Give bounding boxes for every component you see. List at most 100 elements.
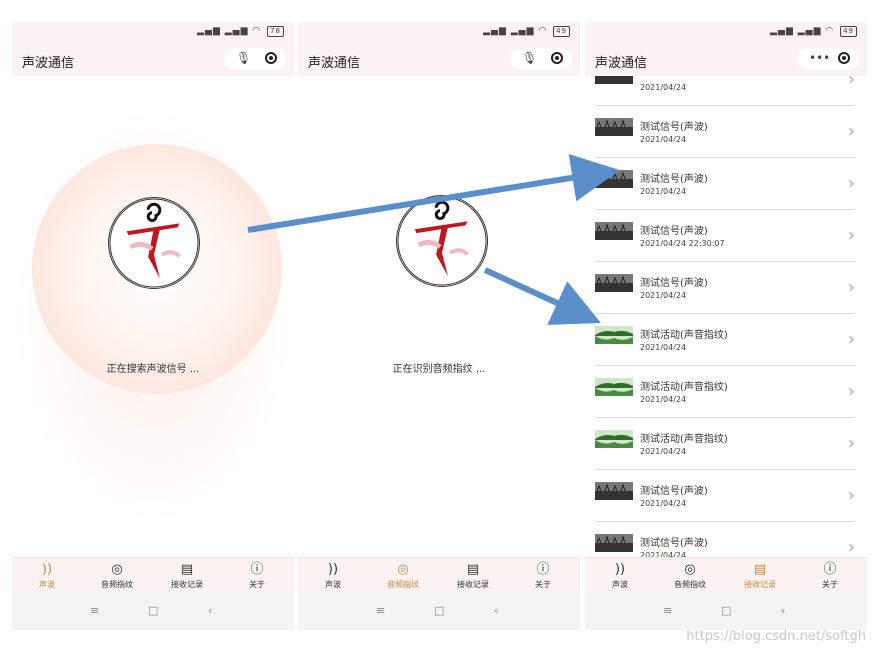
- crowd-thumbnail: [595, 482, 633, 500]
- battery-icon: 49: [553, 26, 570, 37]
- list-item[interactable]: 2021/04/24 ›: [595, 76, 855, 106]
- list-item[interactable]: 测试信号(声波) 2021/04/24 ›: [595, 158, 855, 210]
- record-title: 测试信号(声波): [640, 538, 708, 549]
- microphone-icon[interactable]: 🎙: [236, 51, 251, 65]
- home-icon[interactable]: □: [434, 604, 444, 617]
- record-title: 测试信号(声波): [640, 122, 708, 133]
- tab-sound-wave[interactable]: )) 声波: [298, 558, 368, 592]
- status-icons: ▂▄▆ ▂▄▆ ◠ 49: [483, 26, 570, 37]
- tab-receive-records[interactable]: ▤ 接收记录: [438, 558, 508, 592]
- status-icons: ▂▄▆ ▂▄▆ ◠ 78: [197, 26, 284, 37]
- list-item[interactable]: 测试活动(声音指纹) 2021/04/24 ›: [595, 418, 855, 470]
- app-logo[interactable]: [396, 195, 488, 287]
- menu-icon[interactable]: ≡: [90, 604, 99, 617]
- app-title: 声波通信: [308, 56, 361, 71]
- tab-about[interactable]: ⓘ 关于: [508, 558, 578, 592]
- list-item[interactable]: 测试信号(声波) 2021/04/24 22:30:07 ›: [595, 210, 855, 262]
- rss-icon: )): [41, 562, 53, 577]
- status-bar: ▂▄▆ ▂▄▆ ◠ 49: [298, 22, 580, 42]
- close-target-icon[interactable]: [551, 52, 563, 64]
- chevron-right-icon: ›: [847, 433, 855, 454]
- record-title: 测试信号(声波): [640, 174, 708, 185]
- tab-label: 声波: [39, 580, 55, 589]
- info-icon: ⓘ: [250, 562, 264, 577]
- tab-sound-wave[interactable]: )) 声波: [585, 558, 655, 592]
- info-icon: ⓘ: [536, 562, 550, 577]
- crowd-thumbnail: [595, 534, 633, 552]
- tab-sound-wave[interactable]: )) 声波: [12, 558, 82, 592]
- mini-program-capsule[interactable]: •••: [797, 48, 859, 70]
- system-nav-bar: ≡ □ ‹: [585, 592, 867, 630]
- more-icon[interactable]: •••: [809, 51, 830, 65]
- mini-program-capsule[interactable]: 🎙: [510, 48, 572, 70]
- list-item[interactable]: 测试信号(声波) 2021/04/24 ›: [595, 106, 855, 158]
- tab-label: 接收记录: [457, 580, 489, 589]
- chevron-right-icon: ›: [847, 225, 855, 246]
- phone-screen-sound-wave: ▂▄▆ ▂▄▆ ◠ 78 声波通信 🎙 正在搜索声波信号 ... )) 声波 ◎…: [12, 22, 294, 630]
- tab-audio-fingerprint[interactable]: ◎ 音频指纹: [82, 558, 152, 592]
- record-title: 测试信号(声波): [640, 486, 708, 497]
- chevron-right-icon: ›: [847, 381, 855, 402]
- record-date: 2021/04/24: [640, 187, 687, 196]
- chevron-right-icon: ›: [847, 329, 855, 350]
- record-title: 测试信号(声波): [640, 226, 708, 237]
- list-item[interactable]: 测试活动(声音指纹) 2021/04/24 ›: [595, 314, 855, 366]
- system-nav-bar: ≡ □ ‹: [298, 592, 580, 630]
- back-icon[interactable]: ‹: [208, 604, 212, 617]
- app-logo[interactable]: [108, 197, 200, 289]
- record-title: 测试活动(声音指纹): [640, 434, 728, 445]
- record-date: 2021/04/24: [640, 499, 687, 508]
- menu-icon[interactable]: ≡: [376, 604, 385, 617]
- tab-label: 接收记录: [744, 580, 776, 589]
- microphone-icon[interactable]: 🎙: [522, 51, 537, 65]
- tab-label: 接收记录: [171, 580, 203, 589]
- recognize-status-text: 正在识别音频指纹 ...: [392, 364, 486, 375]
- list-item[interactable]: 测试信号(声波) 2021/04/24 ›: [595, 262, 855, 314]
- tab-bar: )) 声波 ◎ 音频指纹 ▤ 接收记录 ⓘ 关于: [298, 557, 580, 592]
- clipboard-icon: ▤: [753, 562, 767, 577]
- tab-about[interactable]: ⓘ 关于: [795, 558, 865, 592]
- tab-about[interactable]: ⓘ 关于: [222, 558, 292, 592]
- fingerprint-icon: ◎: [111, 562, 123, 577]
- tab-receive-records[interactable]: ▤ 接收记录: [152, 558, 222, 592]
- list-item[interactable]: 测试信号(声波) 2021/04/24 ›: [595, 470, 855, 522]
- battery-icon: 49: [840, 26, 857, 37]
- tab-audio-fingerprint[interactable]: ◎ 音频指纹: [368, 558, 438, 592]
- rss-icon: )): [614, 562, 626, 577]
- app-header: 声波通信 •••: [585, 42, 867, 76]
- close-target-icon[interactable]: [265, 52, 277, 64]
- back-icon[interactable]: ‹: [494, 604, 498, 617]
- crowd-thumbnail: [595, 222, 633, 240]
- chevron-right-icon: ›: [847, 76, 855, 90]
- tab-label: 音频指纹: [387, 580, 419, 589]
- tab-audio-fingerprint[interactable]: ◎ 音频指纹: [655, 558, 725, 592]
- status-icons: ▂▄▆ ▂▄▆ ◠ 49: [770, 26, 857, 37]
- home-icon[interactable]: □: [148, 604, 158, 617]
- back-icon[interactable]: ‹: [781, 604, 785, 617]
- tab-label: 音频指纹: [101, 580, 133, 589]
- menu-icon[interactable]: ≡: [663, 604, 672, 617]
- list-item[interactable]: 测试信号(声波) 2021/04/24 ›: [595, 522, 855, 558]
- home-icon[interactable]: □: [721, 604, 731, 617]
- chevron-right-icon: ›: [847, 173, 855, 194]
- lake-thumbnail: [595, 378, 633, 396]
- fingerprint-icon: ◎: [397, 562, 409, 577]
- main-content: 正在识别音频指纹 ...: [298, 76, 580, 558]
- record-title: 测试活动(声音指纹): [640, 330, 728, 341]
- tab-label: 音频指纹: [674, 580, 706, 589]
- main-content: 正在搜索声波信号 ...: [12, 76, 294, 558]
- list-item[interactable]: 测试活动(声音指纹) 2021/04/24 ›: [595, 366, 855, 418]
- app-title: 声波通信: [595, 56, 648, 71]
- tab-receive-records[interactable]: ▤ 接收记录: [725, 558, 795, 592]
- app-header: 声波通信 🎙: [298, 42, 580, 76]
- tab-bar: )) 声波 ◎ 音频指纹 ▤ 接收记录 ⓘ 关于: [12, 557, 294, 592]
- close-target-icon[interactable]: [838, 52, 850, 64]
- chevron-right-icon: ›: [847, 537, 855, 558]
- tab-label: 关于: [822, 580, 838, 589]
- tab-label: 关于: [249, 580, 265, 589]
- phone-screen-audio-fingerprint: ▂▄▆ ▂▄▆ ◠ 49 声波通信 🎙 正在识别音频指纹 ... )) 声波 ◎…: [298, 22, 580, 630]
- record-date: 2021/04/24 22:30:07: [640, 239, 725, 248]
- app-title: 声波通信: [22, 56, 75, 71]
- mini-program-capsule[interactable]: 🎙: [224, 48, 286, 70]
- record-date: 2021/04/24: [640, 447, 687, 456]
